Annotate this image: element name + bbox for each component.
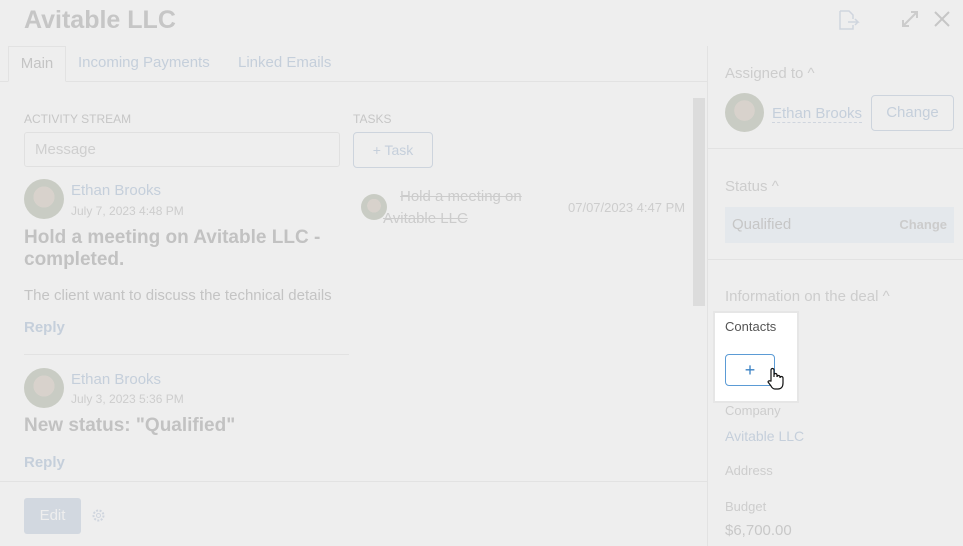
budget-value: $6,700.00 <box>725 522 792 539</box>
activity-body: The client want to discuss the technical… <box>24 287 332 304</box>
change-assignee-button[interactable]: Change <box>871 95 954 131</box>
task-date: 07/07/2023 4:47 PM <box>568 200 686 215</box>
company-link[interactable]: Avitable LLC <box>725 428 804 444</box>
divider <box>708 259 963 260</box>
divider <box>24 354 349 355</box>
add-task-button[interactable]: + Task <box>353 132 433 168</box>
gear-icon[interactable] <box>91 508 106 523</box>
sidebar-divider <box>707 46 708 546</box>
budget-label: Budget <box>725 499 767 514</box>
assigned-title[interactable]: Assigned to ^ <box>725 65 815 82</box>
avatar <box>725 93 764 132</box>
activity-stream-label: ACTIVITY STREAM <box>24 112 132 126</box>
avatar <box>24 368 64 408</box>
tab-bar: Main Incoming Payments Linked Emails <box>0 46 707 82</box>
reply-link[interactable]: Reply <box>24 454 65 471</box>
expand-icon[interactable] <box>901 10 919 28</box>
assigned-user-link[interactable]: Ethan Brooks <box>772 105 863 123</box>
divider <box>708 148 963 149</box>
hand-cursor-icon <box>767 367 784 390</box>
divider <box>0 481 707 482</box>
export-icon[interactable] <box>838 9 862 31</box>
tab-incoming-payments[interactable]: Incoming Payments <box>78 46 210 82</box>
contacts-highlight: Contacts + <box>715 313 797 401</box>
task-title[interactable]: Hold a meeting on Avitable LLC <box>383 186 573 230</box>
change-status-button[interactable]: Change <box>899 217 947 232</box>
address-label: Address <box>725 463 773 478</box>
edit-button[interactable]: Edit <box>24 498 81 534</box>
activity-date: July 3, 2023 5:36 PM <box>71 392 184 406</box>
status-bar: Qualified Change <box>725 207 954 243</box>
status-title[interactable]: Status ^ <box>725 178 779 195</box>
tab-main[interactable]: Main <box>8 46 66 82</box>
status-value: Qualified <box>732 216 792 233</box>
contacts-label: Contacts <box>725 319 777 334</box>
tab-linked-emails[interactable]: Linked Emails <box>238 46 331 82</box>
author-link[interactable]: Ethan Brooks <box>71 371 161 388</box>
close-icon[interactable] <box>933 10 951 28</box>
page-title: Avitable LLC <box>24 6 176 34</box>
message-input[interactable]: Message <box>24 132 340 167</box>
scrollbar[interactable] <box>692 86 706 478</box>
activity-title: New status: "Qualified" <box>24 415 236 436</box>
activity-title: Hold a meeting on Avitable LLC - complet… <box>24 227 321 270</box>
tasks-label: TASKS <box>353 112 392 126</box>
company-label: Company <box>725 403 781 418</box>
deal-info-title[interactable]: Information on the deal ^ <box>725 288 890 305</box>
author-link[interactable]: Ethan Brooks <box>71 182 161 199</box>
activity-date: July 7, 2023 4:48 PM <box>71 204 184 218</box>
avatar <box>24 179 64 219</box>
reply-link[interactable]: Reply <box>24 319 65 336</box>
